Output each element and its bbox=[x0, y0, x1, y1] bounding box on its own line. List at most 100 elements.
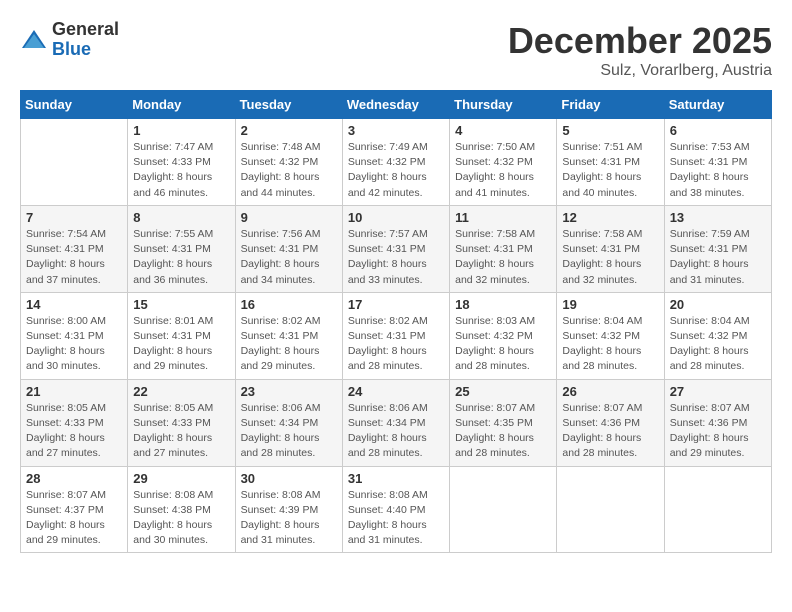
calendar-cell bbox=[664, 466, 771, 553]
day-number: 13 bbox=[670, 210, 766, 225]
calendar-cell: 22 Sunrise: 8:05 AM Sunset: 4:33 PM Dayli… bbox=[128, 379, 235, 466]
location: Sulz, Vorarlberg, Austria bbox=[508, 62, 772, 80]
calendar-cell: 26 Sunrise: 8:07 AM Sunset: 4:36 PM Dayli… bbox=[557, 379, 664, 466]
day-number: 30 bbox=[241, 471, 337, 486]
logo: General Blue bbox=[20, 20, 119, 60]
calendar-table: SundayMondayTuesdayWednesdayThursdayFrid… bbox=[20, 90, 772, 553]
calendar-cell: 6Sunrise: 7:53 AM Sunset: 4:31 PM Daylig… bbox=[664, 119, 771, 206]
day-info: Sunrise: 7:48 AM Sunset: 4:32 PM Dayligh… bbox=[241, 140, 337, 201]
weekday-row: SundayMondayTuesdayWednesdayThursdayFrid… bbox=[21, 91, 772, 119]
calendar-cell: 25Sunrise: 8:07 AM Sunset: 4:35 PM Dayli… bbox=[450, 379, 557, 466]
calendar-body: 1Sunrise: 7:47 AM Sunset: 4:33 PM Daylig… bbox=[21, 119, 772, 553]
day-info: Sunrise: 8:04 AM Sunset: 4:32 PM Dayligh… bbox=[670, 314, 766, 375]
day-info: Sunrise: 8:04 AM Sunset: 4:32 PM Dayligh… bbox=[562, 314, 658, 375]
day-info: Sunrise: 8:08 AM Sunset: 4:40 PM Dayligh… bbox=[348, 488, 444, 549]
day-number: 28 bbox=[26, 471, 122, 486]
day-number: 2 bbox=[241, 123, 337, 138]
calendar-cell: 12 Sunrise: 7:58 AM Sunset: 4:31 PM Dayli… bbox=[557, 205, 664, 292]
day-number: 14 bbox=[26, 297, 122, 312]
weekday-header-monday: Monday bbox=[128, 91, 235, 119]
calendar-week-1: 1Sunrise: 7:47 AM Sunset: 4:33 PM Daylig… bbox=[21, 119, 772, 206]
day-number: 10 bbox=[348, 210, 444, 225]
day-info: Sunrise: 8:00 AM Sunset: 4:31 PM Dayligh… bbox=[26, 314, 122, 375]
calendar-cell: 13Sunrise: 7:59 AM Sunset: 4:31 PM Dayli… bbox=[664, 205, 771, 292]
day-info: Sunrise: 8:01 AM Sunset: 4:31 PM Dayligh… bbox=[133, 314, 229, 375]
calendar-cell: 8 Sunrise: 7:55 AM Sunset: 4:31 PM Daylig… bbox=[128, 205, 235, 292]
calendar-cell: 21 Sunrise: 8:05 AM Sunset: 4:33 PM Dayli… bbox=[21, 379, 128, 466]
calendar-cell: 19Sunrise: 8:04 AM Sunset: 4:32 PM Dayli… bbox=[557, 292, 664, 379]
calendar-week-4: 21 Sunrise: 8:05 AM Sunset: 4:33 PM Dayli… bbox=[21, 379, 772, 466]
calendar-cell: 4 Sunrise: 7:50 AM Sunset: 4:32 PM Daylig… bbox=[450, 119, 557, 206]
day-number: 16 bbox=[241, 297, 337, 312]
day-info: Sunrise: 7:57 AM Sunset: 4:31 PM Dayligh… bbox=[348, 227, 444, 288]
day-number: 9 bbox=[241, 210, 337, 225]
logo-icon bbox=[20, 26, 48, 54]
page-header: General Blue December 2025 Sulz, Vorarlb… bbox=[20, 20, 772, 80]
day-number: 24 bbox=[348, 384, 444, 399]
calendar-cell: 20Sunrise: 8:04 AM Sunset: 4:32 PM Dayli… bbox=[664, 292, 771, 379]
calendar-cell: 16 Sunrise: 8:02 AM Sunset: 4:31 PM Dayli… bbox=[235, 292, 342, 379]
calendar-cell: 1Sunrise: 7:47 AM Sunset: 4:33 PM Daylig… bbox=[128, 119, 235, 206]
logo-general-text: General bbox=[52, 20, 119, 40]
logo-blue-text: Blue bbox=[52, 40, 119, 60]
weekday-header-wednesday: Wednesday bbox=[342, 91, 449, 119]
calendar-cell: 17 Sunrise: 8:02 AM Sunset: 4:31 PM Dayli… bbox=[342, 292, 449, 379]
calendar-week-5: 28Sunrise: 8:07 AM Sunset: 4:37 PM Dayli… bbox=[21, 466, 772, 553]
day-number: 12 bbox=[562, 210, 658, 225]
day-number: 4 bbox=[455, 123, 551, 138]
day-info: Sunrise: 7:58 AM Sunset: 4:31 PM Dayligh… bbox=[455, 227, 551, 288]
calendar-cell: 14 Sunrise: 8:00 AM Sunset: 4:31 PM Dayli… bbox=[21, 292, 128, 379]
day-info: Sunrise: 7:54 AM Sunset: 4:31 PM Dayligh… bbox=[26, 227, 122, 288]
day-number: 8 bbox=[133, 210, 229, 225]
calendar-cell: 11Sunrise: 7:58 AM Sunset: 4:31 PM Dayli… bbox=[450, 205, 557, 292]
day-info: Sunrise: 7:56 AM Sunset: 4:31 PM Dayligh… bbox=[241, 227, 337, 288]
day-info: Sunrise: 8:07 AM Sunset: 4:36 PM Dayligh… bbox=[562, 401, 658, 462]
month-title: December 2025 bbox=[508, 20, 772, 62]
day-info: Sunrise: 8:02 AM Sunset: 4:31 PM Dayligh… bbox=[241, 314, 337, 375]
day-number: 7 bbox=[26, 210, 122, 225]
day-info: Sunrise: 7:49 AM Sunset: 4:32 PM Dayligh… bbox=[348, 140, 444, 201]
calendar-cell: 5 Sunrise: 7:51 AM Sunset: 4:31 PM Daylig… bbox=[557, 119, 664, 206]
day-info: Sunrise: 7:50 AM Sunset: 4:32 PM Dayligh… bbox=[455, 140, 551, 201]
calendar-cell: 7 Sunrise: 7:54 AM Sunset: 4:31 PM Daylig… bbox=[21, 205, 128, 292]
day-number: 18 bbox=[455, 297, 551, 312]
day-info: Sunrise: 8:05 AM Sunset: 4:33 PM Dayligh… bbox=[26, 401, 122, 462]
day-info: Sunrise: 7:58 AM Sunset: 4:31 PM Dayligh… bbox=[562, 227, 658, 288]
day-number: 21 bbox=[26, 384, 122, 399]
day-number: 17 bbox=[348, 297, 444, 312]
day-info: Sunrise: 8:03 AM Sunset: 4:32 PM Dayligh… bbox=[455, 314, 551, 375]
calendar-cell bbox=[557, 466, 664, 553]
calendar-cell: 15 Sunrise: 8:01 AM Sunset: 4:31 PM Dayli… bbox=[128, 292, 235, 379]
day-number: 6 bbox=[670, 123, 766, 138]
day-number: 5 bbox=[562, 123, 658, 138]
calendar-cell bbox=[21, 119, 128, 206]
calendar-week-3: 14 Sunrise: 8:00 AM Sunset: 4:31 PM Dayli… bbox=[21, 292, 772, 379]
calendar-cell: 30 Sunrise: 8:08 AM Sunset: 4:39 PM Dayli… bbox=[235, 466, 342, 553]
day-number: 29 bbox=[133, 471, 229, 486]
calendar-cell: 27Sunrise: 8:07 AM Sunset: 4:36 PM Dayli… bbox=[664, 379, 771, 466]
logo-text: General Blue bbox=[52, 20, 119, 60]
day-number: 15 bbox=[133, 297, 229, 312]
day-number: 22 bbox=[133, 384, 229, 399]
calendar-cell bbox=[450, 466, 557, 553]
day-number: 23 bbox=[241, 384, 337, 399]
day-info: Sunrise: 8:08 AM Sunset: 4:39 PM Dayligh… bbox=[241, 488, 337, 549]
day-info: Sunrise: 7:51 AM Sunset: 4:31 PM Dayligh… bbox=[562, 140, 658, 201]
calendar-cell: 10 Sunrise: 7:57 AM Sunset: 4:31 PM Dayli… bbox=[342, 205, 449, 292]
day-info: Sunrise: 8:07 AM Sunset: 4:36 PM Dayligh… bbox=[670, 401, 766, 462]
calendar-cell: 3Sunrise: 7:49 AM Sunset: 4:32 PM Daylig… bbox=[342, 119, 449, 206]
calendar-cell: 18 Sunrise: 8:03 AM Sunset: 4:32 PM Dayli… bbox=[450, 292, 557, 379]
day-number: 31 bbox=[348, 471, 444, 486]
weekday-header-sunday: Sunday bbox=[21, 91, 128, 119]
day-info: Sunrise: 7:55 AM Sunset: 4:31 PM Dayligh… bbox=[133, 227, 229, 288]
calendar-cell: 2 Sunrise: 7:48 AM Sunset: 4:32 PM Daylig… bbox=[235, 119, 342, 206]
day-info: Sunrise: 8:06 AM Sunset: 4:34 PM Dayligh… bbox=[348, 401, 444, 462]
day-info: Sunrise: 8:02 AM Sunset: 4:31 PM Dayligh… bbox=[348, 314, 444, 375]
calendar-cell: 28Sunrise: 8:07 AM Sunset: 4:37 PM Dayli… bbox=[21, 466, 128, 553]
day-info: Sunrise: 8:05 AM Sunset: 4:33 PM Dayligh… bbox=[133, 401, 229, 462]
day-number: 26 bbox=[562, 384, 658, 399]
weekday-header-friday: Friday bbox=[557, 91, 664, 119]
calendar-header: SundayMondayTuesdayWednesdayThursdayFrid… bbox=[21, 91, 772, 119]
day-info: Sunrise: 8:07 AM Sunset: 4:35 PM Dayligh… bbox=[455, 401, 551, 462]
calendar-cell: 31 Sunrise: 8:08 AM Sunset: 4:40 PM Dayli… bbox=[342, 466, 449, 553]
